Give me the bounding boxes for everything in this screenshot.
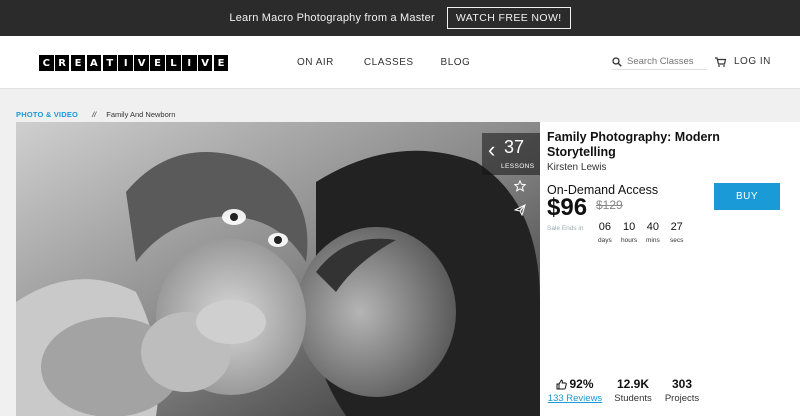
logo-letter: I bbox=[182, 55, 197, 71]
students-stat: 12.9K Students bbox=[610, 377, 656, 404]
breadcrumb-subcategory[interactable]: Family And Newborn bbox=[106, 110, 175, 119]
promo-bar: Learn Macro Photography from a Master WA… bbox=[0, 0, 800, 36]
reviews-link[interactable]: 133 Reviews bbox=[547, 393, 603, 404]
logo-letter: A bbox=[86, 55, 102, 71]
nav-link-on-air[interactable]: ON AIR bbox=[297, 57, 334, 68]
projects-label: Projects bbox=[664, 393, 700, 404]
countdown-unit: hours bbox=[621, 237, 638, 244]
logo-letter: V bbox=[134, 55, 149, 71]
breadcrumb: PHOTO & VIDEO // Family And Newborn bbox=[16, 110, 175, 119]
countdown-value: 10 bbox=[623, 221, 636, 233]
rating-stat: 92% 133 Reviews bbox=[547, 377, 603, 404]
chevron-left-icon: ‹ bbox=[488, 137, 496, 162]
search-box bbox=[612, 56, 707, 70]
creativelive-logo[interactable]: C R E A T I V E L I V E bbox=[39, 55, 229, 71]
buy-button[interactable]: BUY bbox=[714, 183, 780, 210]
search-input[interactable] bbox=[627, 56, 705, 67]
lessons-label: LESSONS bbox=[501, 163, 535, 170]
hero-photo bbox=[16, 122, 540, 416]
sale-price: $96 bbox=[547, 194, 588, 221]
course-hero-image[interactable]: ‹ 37 LESSONS bbox=[16, 122, 540, 416]
nav-links: ON AIR CLASSES BLOG bbox=[297, 57, 470, 68]
logo-letter: V bbox=[197, 55, 213, 71]
logo-letter: C bbox=[39, 55, 54, 71]
star-icon[interactable] bbox=[514, 180, 526, 192]
original-price: $129 bbox=[596, 198, 623, 212]
projects-stat: 303 Projects bbox=[662, 377, 702, 404]
main-nav: C R E A T I V E L I V E ON AIR CLASSES B… bbox=[0, 36, 800, 89]
nav-link-blog[interactable]: BLOG bbox=[441, 57, 471, 68]
share-icon[interactable] bbox=[514, 204, 526, 216]
lessons-badge[interactable]: ‹ 37 LESSONS bbox=[482, 133, 540, 175]
course-title[interactable]: Family Photography: Modern Storytelling bbox=[547, 130, 747, 160]
countdown-value: 40 bbox=[646, 221, 659, 233]
search-icon[interactable] bbox=[612, 56, 622, 67]
countdown-unit: secs bbox=[670, 237, 684, 244]
projects-count: 303 bbox=[671, 377, 693, 391]
countdown-unit: days bbox=[598, 237, 612, 244]
logo-letter: I bbox=[118, 55, 133, 71]
rating-value: 92% bbox=[547, 377, 603, 391]
logo-letter: T bbox=[102, 55, 118, 71]
instructor-name[interactable]: Kirsten Lewis bbox=[547, 162, 606, 173]
sale-ends-label: Sale Ends in bbox=[547, 225, 584, 232]
course-info-panel: Family Photography: Modern Storytelling … bbox=[540, 122, 800, 416]
students-count: 12.9K bbox=[616, 377, 650, 391]
watch-free-button[interactable]: WATCH FREE NOW! bbox=[446, 7, 571, 29]
promo-text: Learn Macro Photography from a Master bbox=[229, 12, 435, 24]
logo-letter: E bbox=[150, 55, 165, 71]
login-button[interactable]: LOG IN bbox=[715, 56, 771, 67]
lessons-count: 37 bbox=[504, 137, 525, 157]
login-label: LOG IN bbox=[734, 56, 771, 67]
countdown-hours: 10 hours bbox=[621, 221, 637, 244]
countdown-value: 06 bbox=[598, 221, 611, 233]
students-label: Students bbox=[614, 393, 652, 404]
rating-percent: 92% bbox=[569, 377, 594, 391]
breadcrumb-category[interactable]: PHOTO & VIDEO bbox=[16, 110, 78, 119]
countdown-mins: 40 mins bbox=[646, 221, 660, 244]
countdown-days: 06 days bbox=[598, 221, 612, 244]
logo-letter: E bbox=[70, 55, 86, 71]
logo-letter: E bbox=[213, 55, 229, 71]
cart-icon bbox=[715, 56, 726, 67]
breadcrumb-separator: // bbox=[92, 110, 97, 119]
countdown-value: 27 bbox=[670, 221, 683, 233]
logo-letter: L bbox=[166, 55, 181, 71]
logo-letter: R bbox=[54, 55, 70, 71]
thumbs-up-icon bbox=[556, 378, 568, 389]
countdown-secs: 27 secs bbox=[670, 221, 683, 244]
countdown-unit: mins bbox=[646, 237, 660, 244]
nav-link-classes[interactable]: CLASSES bbox=[364, 57, 414, 68]
